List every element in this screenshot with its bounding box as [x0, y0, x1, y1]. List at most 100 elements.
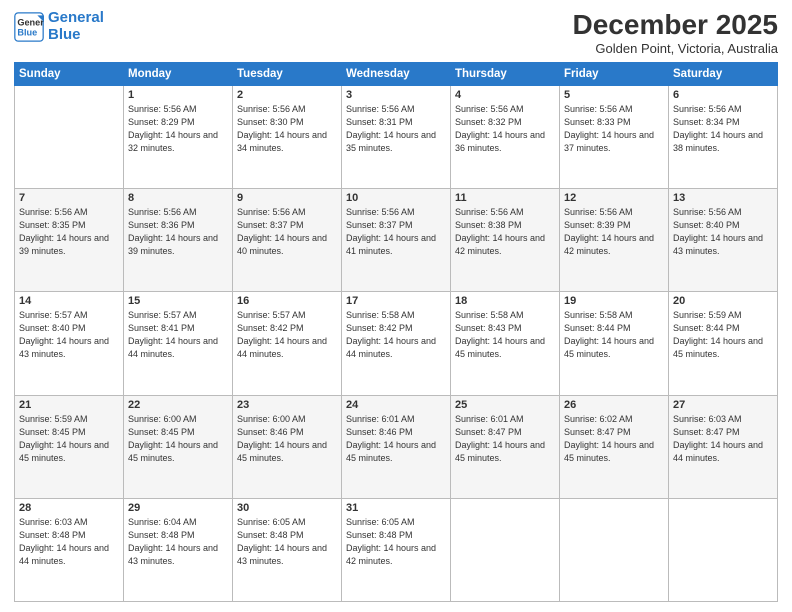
day-number: 21 — [19, 399, 119, 411]
day-number: 11 — [455, 192, 555, 204]
day-number: 24 — [346, 399, 446, 411]
day-info: Sunrise: 5:56 AMSunset: 8:29 PMDaylight:… — [128, 103, 228, 155]
day-header-sunday: Sunday — [15, 62, 124, 85]
week-row-2: 14Sunrise: 5:57 AMSunset: 8:40 PMDayligh… — [15, 292, 778, 395]
calendar-cell: 8 Sunrise: 5:56 AMSunset: 8:36 PMDaylight… — [124, 189, 233, 292]
calendar-cell — [560, 498, 669, 601]
day-number: 29 — [128, 502, 228, 514]
calendar-cell: 16 Sunrise: 5:57 AMSunset: 8:42 PMDayligh… — [233, 292, 342, 395]
week-row-4: 28 Sunrise: 6:03 AMSunset: 8:48 PMDayligh… — [15, 498, 778, 601]
day-number: 20 — [673, 295, 773, 307]
calendar-cell: 14Sunrise: 5:57 AMSunset: 8:40 PMDayligh… — [15, 292, 124, 395]
calendar-cell: 10 Sunrise: 5:56 AMSunset: 8:37 PMDayligh… — [342, 189, 451, 292]
title-block: December 2025 Golden Point, Victoria, Au… — [573, 10, 778, 56]
week-row-3: 21 Sunrise: 5:59 AMSunset: 8:45 PMDayligh… — [15, 395, 778, 498]
day-info: Sunrise: 5:56 AMSunset: 8:40 PMDaylight:… — [673, 206, 773, 258]
day-info: Sunrise: 5:56 AMSunset: 8:33 PMDaylight:… — [564, 103, 664, 155]
calendar-cell: 18Sunrise: 5:58 AMSunset: 8:43 PMDayligh… — [451, 292, 560, 395]
day-number: 12 — [564, 192, 664, 204]
day-info: Sunrise: 5:58 AMSunset: 8:42 PMDaylight:… — [346, 309, 446, 361]
calendar-cell: 29 Sunrise: 6:04 AMSunset: 8:48 PMDayligh… — [124, 498, 233, 601]
day-number: 7 — [19, 192, 119, 204]
logo-line2: Blue — [48, 26, 81, 43]
calendar-cell: 15 Sunrise: 5:57 AMSunset: 8:41 PMDayligh… — [124, 292, 233, 395]
day-number: 31 — [346, 502, 446, 514]
calendar-cell: 1 Sunrise: 5:56 AMSunset: 8:29 PMDaylight… — [124, 85, 233, 188]
subtitle: Golden Point, Victoria, Australia — [573, 41, 778, 56]
calendar-cell: 13 Sunrise: 5:56 AMSunset: 8:40 PMDayligh… — [669, 189, 778, 292]
day-number: 30 — [237, 502, 337, 514]
day-info: Sunrise: 5:57 AMSunset: 8:42 PMDaylight:… — [237, 309, 337, 361]
week-row-1: 7 Sunrise: 5:56 AMSunset: 8:35 PMDaylight… — [15, 189, 778, 292]
week-row-0: 1 Sunrise: 5:56 AMSunset: 8:29 PMDaylight… — [15, 85, 778, 188]
day-number: 16 — [237, 295, 337, 307]
main-title: December 2025 — [573, 10, 778, 41]
calendar-cell: 12 Sunrise: 5:56 AMSunset: 8:39 PMDayligh… — [560, 189, 669, 292]
day-number: 3 — [346, 89, 446, 101]
day-info: Sunrise: 5:56 AMSunset: 8:35 PMDaylight:… — [19, 206, 119, 258]
calendar-cell: 27Sunrise: 6:03 AMSunset: 8:47 PMDayligh… — [669, 395, 778, 498]
calendar-cell: 7 Sunrise: 5:56 AMSunset: 8:35 PMDaylight… — [15, 189, 124, 292]
calendar-table: SundayMondayTuesdayWednesdayThursdayFrid… — [14, 62, 778, 602]
day-info: Sunrise: 6:04 AMSunset: 8:48 PMDaylight:… — [128, 516, 228, 568]
page: General Blue General Blue December 2025 … — [0, 0, 792, 612]
day-info: Sunrise: 5:59 AMSunset: 8:45 PMDaylight:… — [19, 413, 119, 465]
day-number: 15 — [128, 295, 228, 307]
day-number: 4 — [455, 89, 555, 101]
header: General Blue General Blue December 2025 … — [14, 10, 778, 56]
calendar-cell: 17Sunrise: 5:58 AMSunset: 8:42 PMDayligh… — [342, 292, 451, 395]
calendar-cell: 3Sunrise: 5:56 AMSunset: 8:31 PMDaylight… — [342, 85, 451, 188]
day-number: 8 — [128, 192, 228, 204]
day-info: Sunrise: 5:57 AMSunset: 8:41 PMDaylight:… — [128, 309, 228, 361]
calendar-cell: 5 Sunrise: 5:56 AMSunset: 8:33 PMDaylight… — [560, 85, 669, 188]
day-number: 6 — [673, 89, 773, 101]
day-number: 26 — [564, 399, 664, 411]
day-number: 10 — [346, 192, 446, 204]
calendar-cell: 21 Sunrise: 5:59 AMSunset: 8:45 PMDayligh… — [15, 395, 124, 498]
day-info: Sunrise: 5:57 AMSunset: 8:40 PMDaylight:… — [19, 309, 119, 361]
calendar-cell: 25Sunrise: 6:01 AMSunset: 8:47 PMDayligh… — [451, 395, 560, 498]
calendar-cell: 28 Sunrise: 6:03 AMSunset: 8:48 PMDayligh… — [15, 498, 124, 601]
day-info: Sunrise: 5:56 AMSunset: 8:32 PMDaylight:… — [455, 103, 555, 155]
svg-text:General: General — [17, 17, 44, 27]
day-header-monday: Monday — [124, 62, 233, 85]
calendar-cell: 11Sunrise: 5:56 AMSunset: 8:38 PMDayligh… — [451, 189, 560, 292]
calendar-cell: 31 Sunrise: 6:05 AMSunset: 8:48 PMDayligh… — [342, 498, 451, 601]
day-info: Sunrise: 5:56 AMSunset: 8:30 PMDaylight:… — [237, 103, 337, 155]
day-info: Sunrise: 6:03 AMSunset: 8:48 PMDaylight:… — [19, 516, 119, 568]
day-info: Sunrise: 6:01 AMSunset: 8:46 PMDaylight:… — [346, 413, 446, 465]
calendar-cell: 4 Sunrise: 5:56 AMSunset: 8:32 PMDaylight… — [451, 85, 560, 188]
day-info: Sunrise: 5:58 AMSunset: 8:44 PMDaylight:… — [564, 309, 664, 361]
calendar-cell: 19 Sunrise: 5:58 AMSunset: 8:44 PMDayligh… — [560, 292, 669, 395]
day-info: Sunrise: 5:56 AMSunset: 8:39 PMDaylight:… — [564, 206, 664, 258]
day-info: Sunrise: 5:59 AMSunset: 8:44 PMDaylight:… — [673, 309, 773, 361]
day-number: 2 — [237, 89, 337, 101]
calendar-cell: 9 Sunrise: 5:56 AMSunset: 8:37 PMDaylight… — [233, 189, 342, 292]
logo-icon: General Blue — [14, 12, 44, 42]
day-header-wednesday: Wednesday — [342, 62, 451, 85]
day-info: Sunrise: 5:56 AMSunset: 8:37 PMDaylight:… — [346, 206, 446, 258]
day-number: 5 — [564, 89, 664, 101]
day-number: 28 — [19, 502, 119, 514]
day-info: Sunrise: 5:56 AMSunset: 8:37 PMDaylight:… — [237, 206, 337, 258]
calendar-cell — [451, 498, 560, 601]
calendar-cell: 24 Sunrise: 6:01 AMSunset: 8:46 PMDayligh… — [342, 395, 451, 498]
day-info: Sunrise: 6:02 AMSunset: 8:47 PMDaylight:… — [564, 413, 664, 465]
day-number: 25 — [455, 399, 555, 411]
day-header-tuesday: Tuesday — [233, 62, 342, 85]
day-number: 27 — [673, 399, 773, 411]
calendar-cell: 30Sunrise: 6:05 AMSunset: 8:48 PMDayligh… — [233, 498, 342, 601]
calendar-cell — [15, 85, 124, 188]
day-info: Sunrise: 5:56 AMSunset: 8:36 PMDaylight:… — [128, 206, 228, 258]
day-number: 9 — [237, 192, 337, 204]
day-number: 19 — [564, 295, 664, 307]
day-number: 13 — [673, 192, 773, 204]
day-header-friday: Friday — [560, 62, 669, 85]
logo-line1: General — [48, 9, 104, 26]
day-info: Sunrise: 6:05 AMSunset: 8:48 PMDaylight:… — [346, 516, 446, 568]
day-number: 1 — [128, 89, 228, 101]
logo-text: General Blue — [48, 10, 104, 43]
day-number: 22 — [128, 399, 228, 411]
calendar-cell — [669, 498, 778, 601]
calendar-header-row: SundayMondayTuesdayWednesdayThursdayFrid… — [15, 62, 778, 85]
